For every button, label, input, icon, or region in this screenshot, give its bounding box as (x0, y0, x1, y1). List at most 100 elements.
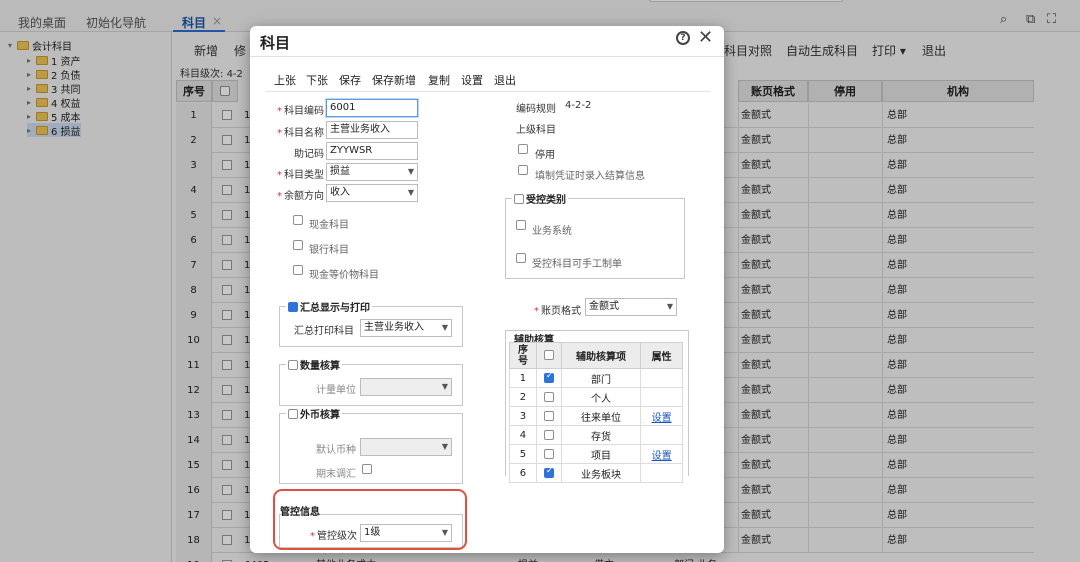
settings-button[interactable]: 设置 (461, 72, 483, 88)
period-end-checkbox[interactable] (362, 464, 372, 474)
settle-info-label: 填制凭证时录入结算信息 (535, 171, 645, 182)
summary-print-value: 主营业务收入 (364, 322, 424, 333)
aux-row-select (535, 463, 562, 483)
aux-row-attr (640, 387, 683, 407)
aux-row-select (535, 387, 562, 407)
business-system-checkbox[interactable] (516, 220, 526, 230)
code-label: * 科目编码 (277, 106, 324, 117)
balance-label-text: 余额方向 (284, 191, 324, 202)
aux-row-name: 业务板块 (560, 463, 642, 483)
cash-label: 现金科目 (309, 220, 349, 231)
aux-accounting-table: 序号 辅助核算项 属性 1部门2个人3往来单位设置4存货5项目设置6业务板块 (509, 342, 683, 483)
controlled-manual-checkbox[interactable] (516, 253, 526, 263)
aux-row-seq: 3 (509, 406, 537, 426)
dialog-title: 科目 (260, 34, 291, 52)
aux-row-attr (640, 463, 683, 483)
aux-col-seq-bottom: 号 (517, 355, 528, 367)
aux-settings-link[interactable]: 设置 (652, 451, 672, 462)
aux-row-checkbox[interactable] (543, 371, 554, 383)
bank-checkbox[interactable] (293, 240, 303, 250)
aux-col-select (535, 342, 562, 369)
aux-row[interactable]: 6 业务板块 (509, 463, 683, 483)
aux-row-select (535, 425, 562, 445)
code-rule-label: 编码规则 (516, 104, 556, 115)
aux-row-attr: 设置 (640, 444, 683, 464)
mnemonic-label: 助记码 (294, 149, 324, 160)
quantity-checkbox[interactable] (288, 359, 298, 370)
aux-row-name: 个人 (560, 387, 642, 407)
aux-table-body: 1部门2个人3往来单位设置4存货5项目设置6业务板块 (509, 368, 683, 483)
bank-label: 银行科目 (309, 245, 349, 256)
chevron-down-icon: ▼ (441, 323, 448, 332)
aux-select-all-checkbox[interactable] (543, 350, 554, 360)
prev-button[interactable]: 上张 (274, 72, 296, 88)
copy-button[interactable]: 复制 (428, 72, 450, 88)
cash-checkbox[interactable] (293, 215, 303, 225)
aux-row-seq: 1 (509, 368, 537, 388)
close-icon[interactable]: ✕ (698, 27, 713, 48)
mnemonic-input[interactable]: ZYYWSR (326, 142, 418, 160)
save-button[interactable]: 保存 (339, 72, 361, 88)
aux-row[interactable]: 1 部门 (509, 368, 683, 388)
aux-settings-link[interactable]: 设置 (652, 413, 672, 424)
fx-group-title: 外币核算 (286, 406, 342, 421)
aux-row[interactable]: 3 往来单位 设置 (509, 406, 683, 426)
business-system-label: 业务系统 (532, 226, 572, 237)
aux-row-name: 存货 (560, 425, 642, 445)
fx-checkbox[interactable] (288, 408, 298, 419)
summary-group: 汇总显示与打印 汇总打印科目 主营业务收入 ▼ (279, 299, 463, 347)
type-label: * 科目类型 (277, 170, 324, 181)
controlled-checkbox[interactable] (514, 193, 524, 204)
ledger-format-select[interactable]: 金额式 ▼ (585, 298, 677, 316)
aux-row-checkbox[interactable] (543, 429, 554, 440)
summary-print-label: 汇总打印科目 (294, 326, 354, 337)
cash-equivalent-label: 现金等价物科目 (309, 270, 379, 281)
currency-select[interactable]: ▼ (360, 438, 452, 456)
disable-label: 停用 (535, 150, 555, 161)
aux-row-seq: 6 (509, 463, 537, 483)
controlled-manual-label: 受控科目可手工制单 (532, 259, 622, 270)
aux-row[interactable]: 2 个人 (509, 387, 683, 407)
aux-row-seq: 4 (509, 425, 537, 445)
balance-select[interactable]: 收入 ▼ (326, 184, 418, 202)
title-divider (250, 56, 724, 57)
balance-label: * 余额方向 (277, 191, 324, 202)
settle-info-checkbox[interactable] (518, 165, 528, 175)
summary-checkbox[interactable] (288, 301, 298, 312)
aux-row[interactable]: 5 项目 设置 (509, 444, 683, 464)
summary-print-select[interactable]: 主营业务收入 ▼ (360, 319, 452, 337)
next-button[interactable]: 下张 (306, 72, 328, 88)
parent-subject-label: 上级科目 (516, 125, 556, 136)
cash-equivalent-checkbox[interactable] (293, 265, 303, 275)
aux-row-seq: 2 (509, 387, 537, 407)
save-new-button[interactable]: 保存新增 (372, 72, 416, 88)
aux-col-attr: 属性 (640, 342, 683, 369)
controlled-category-group: 受控类别 业务系统 受控科目可手工制单 (505, 191, 685, 279)
name-input[interactable]: 主营业务收入 (326, 121, 418, 139)
aux-row-checkbox[interactable] (543, 466, 554, 478)
chevron-down-icon: ▼ (441, 442, 448, 451)
name-label-text: 科目名称 (284, 128, 324, 139)
quantity-group-title: 数量核算 (286, 357, 342, 372)
chevron-down-icon: ▼ (407, 167, 414, 176)
aux-row-checkbox[interactable] (543, 448, 554, 459)
aux-row-checkbox[interactable] (543, 391, 554, 402)
summary-title-text: 汇总显示与打印 (300, 303, 370, 314)
aux-row[interactable]: 4 存货 (509, 425, 683, 445)
code-input[interactable]: 6001 (326, 99, 418, 117)
aux-col-seq-top: 序 (517, 344, 528, 356)
disable-checkbox[interactable] (518, 144, 528, 154)
aux-row-checkbox[interactable] (543, 410, 554, 421)
aux-row-attr: 设置 (640, 406, 683, 426)
balance-value: 收入 (330, 187, 350, 198)
exit-button[interactable]: 退出 (494, 72, 516, 88)
help-icon[interactable]: ? (676, 31, 690, 45)
toolbar-divider (266, 91, 710, 92)
aux-row-name: 部门 (560, 368, 642, 388)
type-select[interactable]: 损益 ▼ (326, 163, 418, 181)
aux-col-seq: 序号 (509, 342, 537, 369)
unit-select[interactable]: ▼ (360, 378, 452, 396)
chevron-down-icon: ▼ (441, 382, 448, 391)
aux-row-select (535, 406, 562, 426)
aux-row-name: 往来单位 (560, 406, 642, 426)
